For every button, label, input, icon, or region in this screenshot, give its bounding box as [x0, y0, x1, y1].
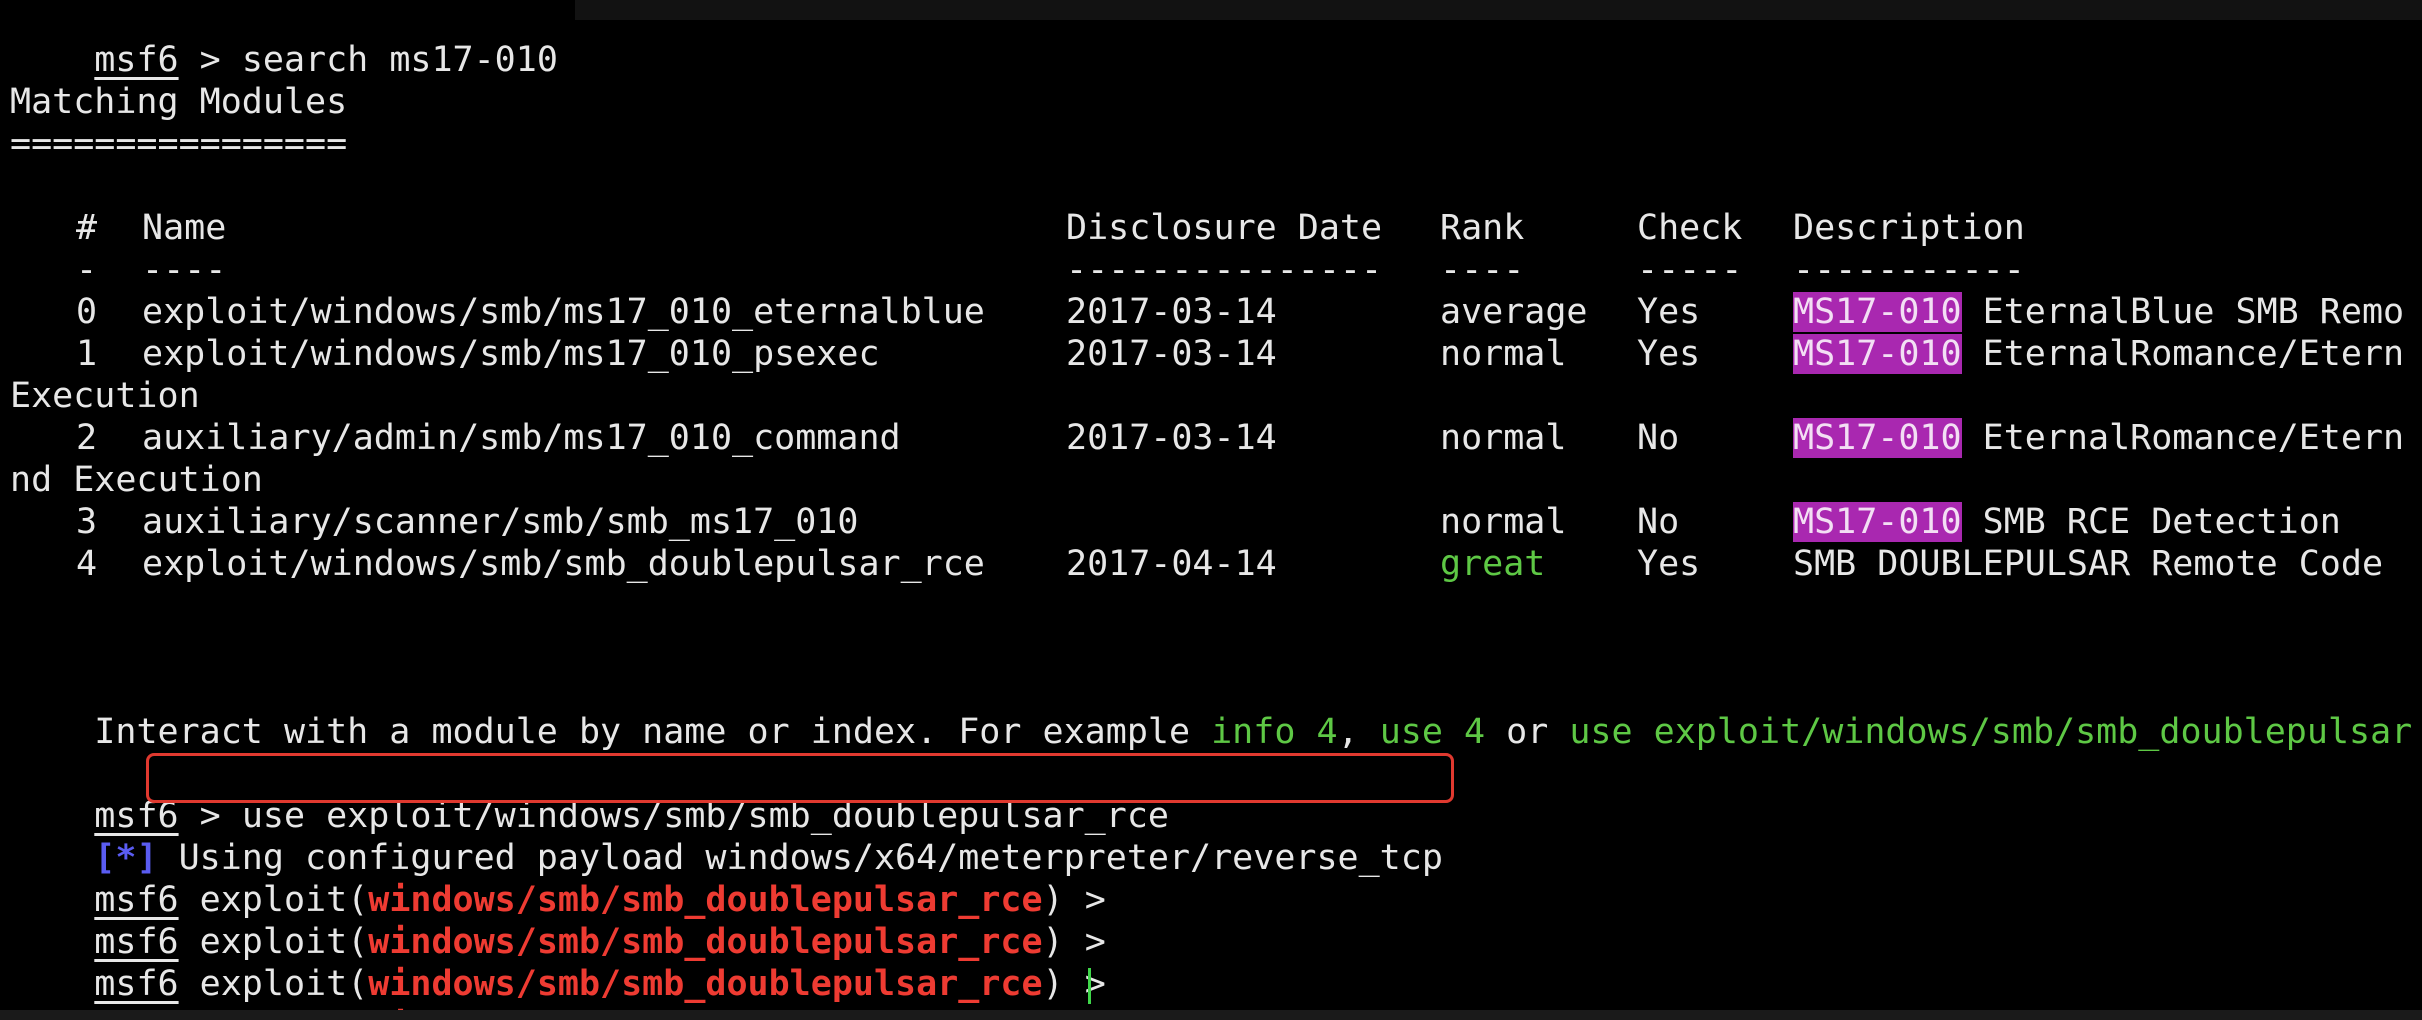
ms17-010-highlight: MS17-010 — [1793, 334, 1962, 374]
interact-hint: Interact with a module by name or index.… — [10, 669, 2412, 752]
description-text: SMB RCE Detection — [1961, 502, 2341, 542]
description-wrap: nd Execution — [10, 460, 263, 500]
module-description: MS17-010 EternalRomance/Etern — [1793, 333, 2404, 375]
column-rule: ---- — [142, 250, 227, 290]
description-text: EternalBlue SMB Remo — [1961, 292, 2405, 332]
column-rule: - — [76, 250, 98, 290]
module-name: exploit/windows/smb/ms17_010_psexec — [142, 334, 880, 374]
module-check: Yes — [1637, 544, 1701, 584]
col-name-header: Name — [142, 208, 227, 248]
col-index-header: # — [76, 208, 98, 248]
module-rank: normal — [1440, 418, 1567, 458]
disclosure-date: 2017-03-14 — [1066, 418, 1277, 458]
row-index: 2 — [76, 418, 98, 458]
description-text: EternalRomance/Etern — [1961, 418, 2405, 458]
row-index: 4 — [76, 544, 98, 584]
module-name: exploit/windows/smb/ms17_010_eternalblue — [142, 292, 985, 332]
window-top-shadow — [575, 0, 2422, 20]
module-check: Yes — [1637, 292, 1701, 332]
hint-use-index-command: use 4 — [1379, 712, 1486, 752]
disclosure-date: 2017-03-14 — [1066, 292, 1277, 332]
exploit-prompt-line: msf6 exploit(windows/smb/smb_doublepulsa… — [10, 921, 1105, 1004]
hint-comma: , — [1337, 712, 1380, 752]
text-cursor[interactable] — [1088, 968, 1091, 1004]
ms17-010-highlight: MS17-010 — [1793, 502, 1962, 542]
module-description: MS17-010 SMB RCE Detection — [1793, 501, 2341, 543]
module-description: MS17-010 EternalRomance/Etern — [1793, 417, 2404, 459]
hint-info-command: info 4 — [1211, 712, 1338, 752]
ms17-010-highlight: MS17-010 — [1793, 418, 1962, 458]
module-rank: normal — [1440, 334, 1567, 374]
module-check: No — [1637, 418, 1680, 458]
hint-use-path-command: use exploit/windows/smb/smb_doublepulsar — [1569, 712, 2413, 752]
disclosure-date: 2017-03-14 — [1066, 334, 1277, 374]
hint-or: or — [1485, 712, 1570, 752]
module-rank: great — [1440, 544, 1546, 584]
search-command-line: msf6 > search ms17-010 — [10, 0, 558, 80]
column-rule: ---- — [1440, 250, 1525, 290]
exploit-prompt-line: msf6 exploit(windows/smb/smb_doublepulsa… — [10, 879, 1105, 962]
description-text: EternalRomance/Etern — [1961, 334, 2405, 374]
disclosure-date: 2017-04-14 — [1066, 544, 1277, 584]
module-name: auxiliary/scanner/smb/smb_ms17_010 — [142, 502, 859, 542]
row-index: 3 — [76, 502, 98, 542]
ms17-010-highlight: MS17-010 — [1793, 292, 1962, 332]
hint-text: Interact with a module by name or index.… — [94, 712, 1212, 752]
matching-modules-heading: Matching Modules — [10, 82, 348, 122]
module-description: SMB DOUBLEPULSAR Remote Code — [1793, 543, 2383, 585]
module-check: Yes — [1637, 334, 1701, 374]
col-description-header: Description — [1793, 208, 2025, 248]
module-check: No — [1637, 502, 1680, 542]
row-index: 0 — [76, 292, 98, 332]
exploit-prompt-line-active[interactable]: msf6 exploit(windows/smb/smb_doublepulsa… — [10, 963, 1105, 1020]
payload-status-line: [*] Using configured payload windows/x64… — [10, 795, 1443, 878]
column-rule: ----- — [1637, 250, 1743, 290]
column-rule: ----------- — [1793, 250, 2025, 290]
col-date-header: Disclosure Date — [1066, 208, 1383, 248]
module-rank: normal — [1440, 502, 1567, 542]
search-command: search ms17-010 — [241, 40, 558, 80]
col-check-header: Check — [1637, 208, 1743, 248]
description-text: SMB DOUBLEPULSAR Remote Code — [1793, 544, 2384, 584]
window-bottom-edge — [0, 1010, 2422, 1020]
col-rank-header: Rank — [1440, 208, 1525, 248]
module-name: auxiliary/admin/smb/ms17_010_command — [142, 418, 901, 458]
prompt-msf6: msf6 — [94, 40, 179, 80]
heading-rule: ================ — [10, 124, 348, 164]
module-description: MS17-010 EternalBlue SMB Remo — [1793, 291, 2404, 333]
exploit-prompt-line: msf6 exploit(windows/smb/smb_doublepulsa… — [10, 837, 1105, 920]
prompt-separator: > — [178, 40, 242, 80]
column-rule: --------------- — [1066, 250, 1383, 290]
module-name: exploit/windows/smb/smb_doublepulsar_rce — [142, 544, 985, 584]
row-index: 1 — [76, 334, 98, 374]
module-rank: average — [1440, 292, 1588, 332]
description-wrap: Execution — [10, 376, 200, 416]
terminal-window[interactable]: msf6 > search ms17-010 Matching Modules … — [0, 0, 2422, 1020]
